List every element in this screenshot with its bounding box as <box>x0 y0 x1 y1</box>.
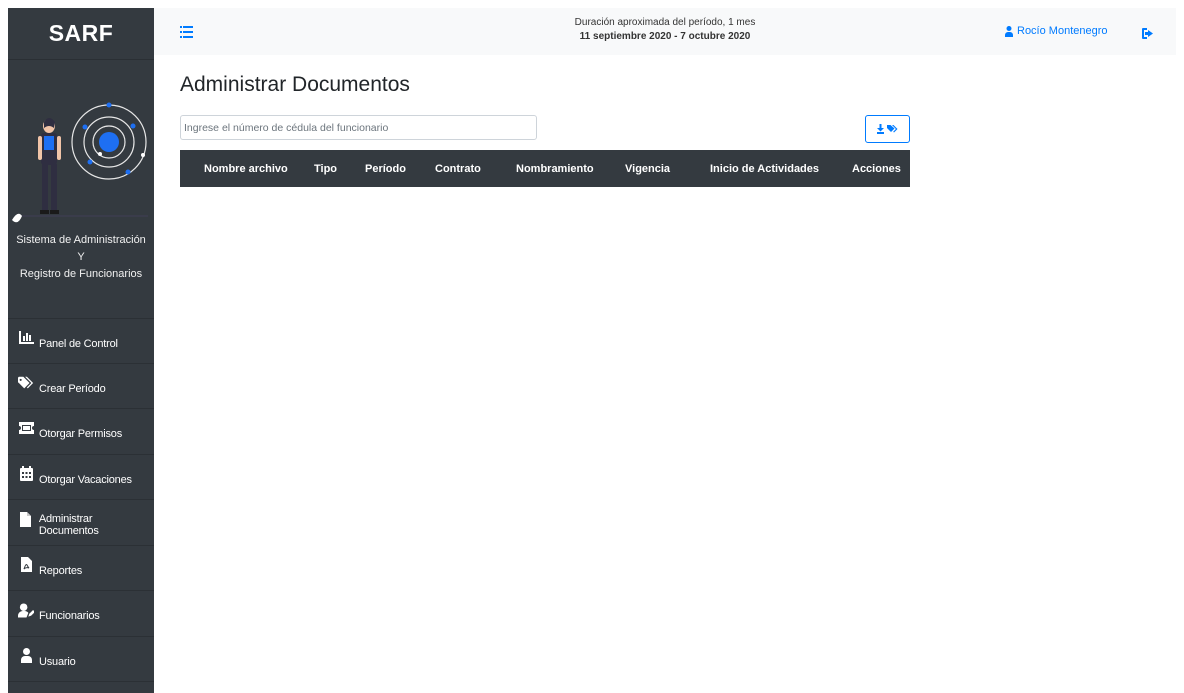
sidebar-illustration <box>8 60 154 230</box>
column-header-periodo[interactable]: Período <box>365 150 406 187</box>
sidebar-item-panel-de-control[interactable]: Panel de Control <box>8 318 154 364</box>
user-icon <box>1005 25 1013 37</box>
column-header-nombramiento[interactable]: Nombramiento <box>516 150 594 187</box>
system-name-line-3: Registro de Funcionarios <box>19 268 143 280</box>
person-orbit-illustration <box>12 102 148 223</box>
app-root: SARF Sistema de Administración Y Registr… <box>0 0 1184 693</box>
sidebar-item-crear-periodo[interactable]: Crear Período <box>8 364 154 409</box>
download-tags-button[interactable] <box>865 115 910 143</box>
calendar-icon <box>18 466 34 482</box>
tags-icon <box>18 375 34 391</box>
sidebar-item-label: Reportes <box>39 564 83 577</box>
column-header-acciones[interactable]: Acciones <box>852 150 901 187</box>
system-name: Sistema de Administración Y Registro de … <box>8 230 154 283</box>
column-header-tipo[interactable]: Tipo <box>314 150 337 187</box>
sidebar-item-label: Otorgar Vacaciones <box>39 473 132 486</box>
column-header-inicio-actividades[interactable]: Inicio de Actividades <box>710 150 819 187</box>
page-title: Administrar Documentos <box>180 73 410 96</box>
column-header-contrato[interactable]: Contrato <box>435 150 481 187</box>
column-header-nombre-archivo[interactable]: Nombre archivo <box>204 150 288 187</box>
chart-icon <box>18 330 34 346</box>
sidebar-item-label: Funcionarios <box>39 610 100 623</box>
user-menu[interactable]: Rocío Montenegro <box>1005 25 1108 37</box>
ticket-icon <box>18 420 34 436</box>
system-name-line-2: Y <box>77 251 85 263</box>
download-tags-icon <box>876 124 897 134</box>
sidebar-item-label: Usuario <box>39 655 76 668</box>
sidebar-item-label: Crear Período <box>39 382 106 395</box>
sidebar-item-label: Otorgar Permisos <box>39 428 122 441</box>
pdf-file-icon <box>18 557 34 573</box>
system-name-line-1: Sistema de Administración <box>16 234 146 246</box>
sidebar-item-otorgar-permisos[interactable]: Otorgar Permisos <box>8 409 154 455</box>
cedula-search-input[interactable] <box>180 115 537 140</box>
sidebar-menu: Panel de Control Crear Período Otorgar P… <box>8 318 154 682</box>
sidebar-item-label: Panel de Control <box>39 337 118 350</box>
sidebar: SARF Sistema de Administración Y Registr… <box>8 8 154 693</box>
brand-logo[interactable]: SARF <box>8 8 154 60</box>
sidebar-item-label: Administrar Documentos <box>38 513 99 538</box>
user-edit-icon <box>18 602 34 618</box>
sidebar-item-funcionarios[interactable]: Funcionarios <box>8 591 154 637</box>
sidebar-item-otorgar-vacaciones[interactable]: Otorgar Vacaciones <box>8 455 154 500</box>
documents-table: Nombre archivo Tipo Período Contrato Nom… <box>180 150 910 187</box>
top-navbar: Duración aproximada del período, 1 mes 1… <box>154 8 1176 55</box>
user-name: Rocío Montenegro <box>1017 25 1108 37</box>
column-header-vigencia[interactable]: Vigencia <box>625 150 670 187</box>
logout-icon[interactable] <box>1142 26 1154 44</box>
file-icon <box>18 511 34 527</box>
user-icon <box>18 648 34 664</box>
sidebar-item-administrar-documentos[interactable]: Administrar Documentos <box>8 500 154 546</box>
sidebar-item-usuario[interactable]: Usuario <box>8 637 154 682</box>
sidebar-item-reportes[interactable]: Reportes <box>8 546 154 591</box>
